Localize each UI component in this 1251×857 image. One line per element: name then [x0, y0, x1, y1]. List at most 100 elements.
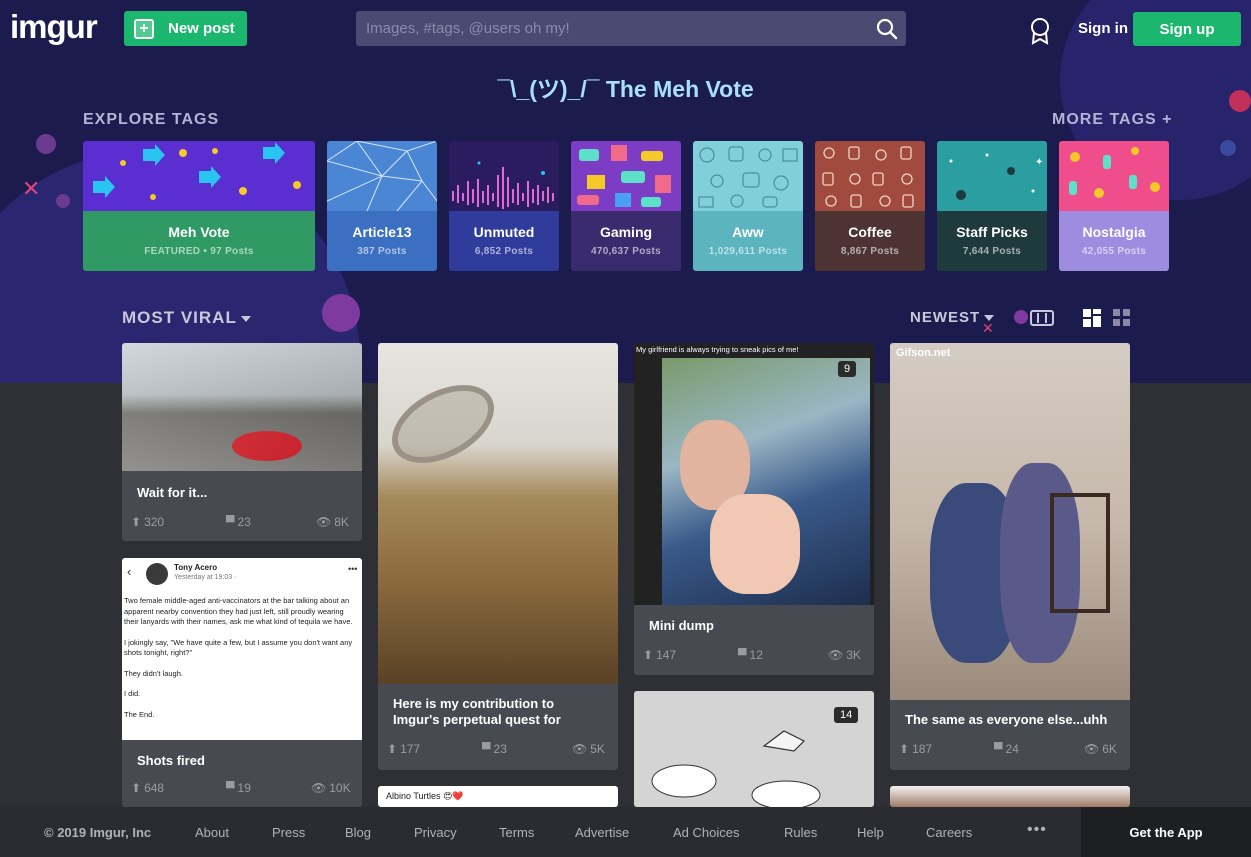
fb-post-body: Two female middle-aged anti-vaccinators … — [124, 596, 360, 720]
view-count: 👁 8K — [316, 515, 349, 529]
post-card[interactable]: 14 — [634, 691, 874, 807]
fb-paragraph: I did. — [124, 689, 141, 698]
soundwave-pattern — [452, 161, 554, 209]
post-card[interactable]: My girlfriend is always trying to sneak … — [634, 343, 874, 675]
more-tags-link[interactable]: MORE TAGS + — [1052, 111, 1173, 129]
post-card[interactable]: ‹ Tony Acero Yesterday at 19:03 · ••• Tw… — [122, 558, 362, 807]
decorative-blob — [1220, 140, 1236, 156]
tag-info: Unmuted 6,852 Posts — [449, 211, 559, 271]
view-count: 👁 3K — [828, 648, 861, 662]
tag-count: 6,852 Posts — [474, 246, 534, 257]
uniform-grid-icon[interactable] — [1113, 309, 1131, 327]
post-stats: ⬆ 320 ▀ 23 👁 8K — [131, 515, 353, 531]
autoplay-toggle-icon[interactable] — [1030, 310, 1054, 326]
sign-in-link[interactable]: Sign in — [1078, 20, 1128, 37]
upvote-count: ⬆ 177 — [387, 742, 421, 756]
footer-link-ad-choices[interactable]: Ad Choices — [673, 825, 739, 840]
sign-up-button[interactable]: Sign up — [1133, 12, 1241, 46]
footer-link-careers[interactable]: Careers — [926, 825, 972, 840]
new-post-button[interactable]: + New post — [124, 11, 247, 46]
post-card[interactable]: Albino Turtles 😍❤️ — [378, 786, 618, 807]
tag-info: Gaming 470,637 Posts — [571, 211, 681, 271]
tag-artwork — [693, 141, 803, 211]
fb-author-name: Tony Acero — [174, 563, 218, 572]
caret-down-icon — [984, 315, 995, 322]
triangles-pattern — [327, 141, 437, 212]
tag-aww[interactable]: Aww 1,029,611 Posts — [693, 141, 803, 271]
fb-paragraph: Two female middle-aged anti-vaccinators … — [124, 596, 353, 626]
tag-unmuted[interactable]: Unmuted 6,852 Posts — [449, 141, 559, 271]
award-icon[interactable] — [1029, 17, 1051, 45]
more-options-icon: ••• — [348, 564, 358, 574]
space-pattern: ✦ — [949, 153, 1043, 200]
coffee-pattern — [822, 146, 914, 208]
gaming-pattern — [577, 145, 671, 207]
tag-name: Gaming — [599, 224, 653, 240]
post-stats: ⬆ 177 ▀ 23 👁 5K — [387, 742, 609, 758]
post-title: Shots fired — [137, 753, 205, 768]
tag-gaming[interactable]: Gaming 470,637 Posts — [571, 141, 681, 271]
post-card[interactable]: Gifson.net The same as everyone else...u… — [890, 343, 1130, 770]
footer-link-terms[interactable]: Terms — [499, 825, 534, 840]
decorative-blob — [56, 194, 70, 208]
post-image — [122, 343, 362, 471]
grid-view-icon[interactable] — [1083, 309, 1101, 327]
post-title: Wait for it... — [137, 485, 208, 500]
imgur-logo[interactable]: imgur — [10, 8, 98, 46]
post-card[interactable]: Wait for it... ⬆ 320 ▀ 23 👁 8K — [122, 343, 362, 541]
tag-article13[interactable]: Article13 387 Posts — [327, 141, 437, 271]
tag-nostalgia[interactable]: Nostalgia 42,055 Posts — [1059, 141, 1169, 271]
tag-artwork — [571, 141, 681, 211]
tag-artwork — [1059, 141, 1169, 211]
footer-link-blog[interactable]: Blog — [345, 825, 371, 840]
tag-info: Meh Vote FEATURED • 97 Posts — [83, 211, 315, 271]
copyright-text: © 2019 Imgur, Inc — [44, 825, 152, 840]
tag-meh-vote[interactable]: Meh Vote FEATURED • 97 Posts — [83, 141, 315, 271]
shadow-shape — [122, 343, 362, 471]
svg-text:✦: ✦ — [1035, 157, 1043, 168]
comment-count: ▀ 23 — [482, 742, 507, 756]
footer-link-advertise[interactable]: Advertise — [575, 825, 629, 840]
tag-coffee[interactable]: Coffee 8,867 Posts — [815, 141, 925, 271]
tag-count: 7,644 Posts — [962, 246, 1022, 257]
tag-artwork — [449, 141, 559, 211]
footer-link-about[interactable]: About — [195, 825, 229, 840]
tag-staff-picks[interactable]: ✦ Staff Picks 7,644 Posts — [937, 141, 1047, 271]
tag-count: FEATURED • 97 Posts — [144, 246, 254, 257]
more-options-icon[interactable]: ••• — [1027, 821, 1047, 839]
search-input[interactable] — [356, 11, 856, 46]
search-icon[interactable] — [876, 18, 898, 40]
album-count-badge: 14 — [834, 707, 859, 723]
tag-count: 387 Posts — [357, 246, 407, 257]
fb-paragraph: I jokingly say, "We have quite a few, bu… — [124, 637, 353, 658]
get-the-app-button[interactable]: Get the App — [1081, 807, 1251, 857]
caret-down-icon — [240, 315, 251, 322]
footer-link-rules[interactable]: Rules — [784, 825, 817, 840]
post-caption: Albino Turtles 😍❤️ — [386, 791, 464, 801]
footer-link-help[interactable]: Help — [857, 825, 884, 840]
section-sort-dropdown[interactable]: MOST VIRAL — [122, 308, 251, 328]
decorative-blob — [1014, 310, 1028, 324]
post-card[interactable]: Here is my contribution to Imgur's perpe… — [378, 343, 618, 770]
order-sort-dropdown[interactable]: NEWEST — [910, 309, 995, 326]
tag-name: Unmuted — [473, 224, 535, 240]
tag-count: 470,637 Posts — [590, 246, 662, 257]
post-card[interactable] — [890, 786, 1130, 807]
order-sort-label: NEWEST — [910, 309, 981, 326]
nostalgia-pattern — [1069, 147, 1160, 198]
post-image: ‹ Tony Acero Yesterday at 19:03 · ••• Tw… — [122, 558, 362, 740]
footer: © 2019 Imgur, Inc About Press Blog Priva… — [0, 807, 1251, 857]
post-image: Gifson.net — [890, 343, 1130, 700]
upvote-count: ⬆ 147 — [643, 648, 677, 662]
post-stats: ⬆ 147 ▀ 12 👁 3K — [643, 648, 865, 664]
album-count-badge: 9 — [838, 361, 857, 377]
view-count: 👁 10K — [311, 781, 351, 795]
photo-area — [662, 358, 870, 605]
avatar — [146, 563, 168, 585]
tag-name: Nostalgia — [1082, 224, 1146, 240]
footer-link-press[interactable]: Press — [272, 825, 305, 840]
fb-paragraph: The End. — [124, 709, 155, 719]
hand-shape — [710, 494, 800, 594]
tag-count: 42,055 Posts — [1081, 246, 1147, 257]
footer-link-privacy[interactable]: Privacy — [414, 825, 457, 840]
